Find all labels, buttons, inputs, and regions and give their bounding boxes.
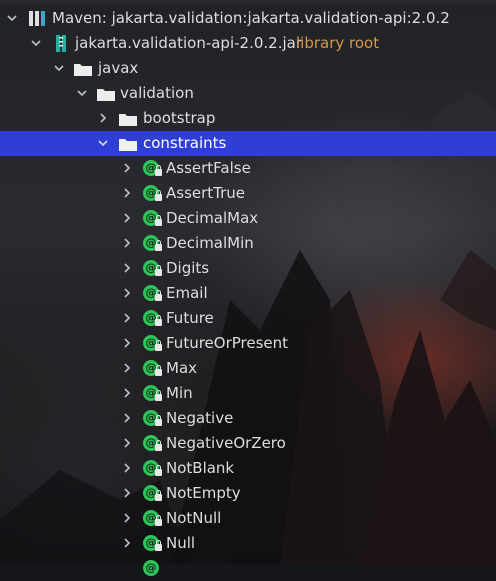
tree-row-annotation[interactable]: @ Null: [0, 531, 496, 556]
annotation-label: NegativeOrZero: [166, 434, 286, 452]
javax-label: javax: [98, 59, 139, 77]
folder-icon: [119, 112, 137, 126]
partial-row-above: [0, 0, 496, 5]
tree-row-annotation[interactable]: @ NotEmpty: [0, 481, 496, 506]
tree-row-javax[interactable]: javax: [0, 56, 496, 81]
chevron-right-icon[interactable]: [118, 359, 136, 377]
folder-icon: [97, 87, 115, 101]
annotation-label: NotNull: [166, 509, 222, 527]
chevron-right-icon[interactable]: [118, 459, 136, 477]
chevron-right-icon[interactable]: [118, 184, 136, 202]
folder-icon: [119, 137, 137, 151]
chevron-right-icon[interactable]: [118, 259, 136, 277]
annotation-label: AssertFalse: [166, 159, 251, 177]
annotation-icon: @: [143, 560, 159, 576]
chevron-down-icon[interactable]: [94, 134, 112, 152]
lock-icon: [155, 340, 162, 351]
chevron-right-icon[interactable]: [118, 284, 136, 302]
tree-row-annotation[interactable]: @ Min: [0, 381, 496, 406]
tree-row-annotation[interactable]: @ NotBlank: [0, 456, 496, 481]
tree-row-annotation-partial[interactable]: @: [0, 556, 496, 581]
tree-row-annotation[interactable]: @ DecimalMax: [0, 206, 496, 231]
chevron-right-icon[interactable]: [118, 409, 136, 427]
chevron-down-icon[interactable]: [27, 34, 45, 52]
chevron-right-icon[interactable]: [118, 509, 136, 527]
lock-icon: [155, 540, 162, 551]
tree-row-annotation[interactable]: @ AssertFalse: [0, 156, 496, 181]
chevron-down-icon[interactable]: [50, 59, 68, 77]
jar-archive-icon: [52, 35, 70, 52]
chevron-right-icon[interactable]: [118, 159, 136, 177]
tree-row-annotation[interactable]: @ Max: [0, 356, 496, 381]
lock-icon: [155, 265, 162, 276]
maven-library-label: Maven: jakarta.validation:jakarta.valida…: [52, 9, 450, 27]
chevron-right-icon[interactable]: [118, 484, 136, 502]
annotation-label: NotBlank: [166, 459, 235, 477]
annotation-label: Null: [166, 534, 196, 552]
chevron-right-icon[interactable]: [118, 309, 136, 327]
lock-icon: [155, 240, 162, 251]
constraints-label: constraints: [143, 134, 227, 152]
lock-icon: [155, 165, 162, 176]
tree-row-annotation[interactable]: @ Negative: [0, 406, 496, 431]
annotation-label: Negative: [166, 409, 234, 427]
chevron-right-icon[interactable]: [118, 209, 136, 227]
library-icon: [28, 10, 46, 27]
tree-row-annotation[interactable]: @ FutureOrPresent: [0, 331, 496, 356]
chevron-right-icon[interactable]: [118, 334, 136, 352]
folder-icon: [74, 62, 92, 76]
tree-row-jar[interactable]: jakarta.validation-api-2.0.2.jar library…: [0, 31, 496, 56]
annotation-label: Email: [166, 284, 208, 302]
annotation-label: NotEmpty: [166, 484, 241, 502]
tree-row-annotation[interactable]: @ Email: [0, 281, 496, 306]
tree-row-annotation[interactable]: @ NotNull: [0, 506, 496, 531]
chevron-down-icon[interactable]: [73, 84, 91, 102]
annotation-label: AssertTrue: [166, 184, 246, 202]
lock-icon: [155, 365, 162, 376]
lock-icon: [155, 490, 162, 501]
tree-row-annotation[interactable]: @ Digits: [0, 256, 496, 281]
chevron-right-icon[interactable]: [118, 534, 136, 552]
lock-icon: [155, 440, 162, 451]
tree-row-annotation[interactable]: @ DecimalMin: [0, 231, 496, 256]
annotation-label: Digits: [166, 259, 210, 277]
tree-row-constraints[interactable]: constraints: [0, 131, 496, 156]
chevron-right-icon[interactable]: [118, 384, 136, 402]
chevron-down-icon[interactable]: [3, 9, 21, 27]
jar-label: jakarta.validation-api-2.0.2.jar: [75, 34, 302, 52]
lock-icon: [155, 465, 162, 476]
bootstrap-label: bootstrap: [143, 109, 216, 127]
lock-icon: [155, 315, 162, 326]
validation-label: validation: [120, 84, 194, 102]
lock-icon: [155, 515, 162, 526]
tree-row-bootstrap[interactable]: bootstrap: [0, 106, 496, 131]
tree-row-annotation[interactable]: @ AssertTrue: [0, 181, 496, 206]
project-tree: Maven: jakarta.validation:jakarta.valida…: [0, 0, 496, 576]
chevron-right-icon[interactable]: [118, 234, 136, 252]
lock-icon: [155, 290, 162, 301]
chevron-right-icon[interactable]: [118, 434, 136, 452]
chevron-right-icon[interactable]: [94, 109, 112, 127]
lock-icon: [155, 215, 162, 226]
tree-row-annotation[interactable]: @ Future: [0, 306, 496, 331]
annotation-label: Future: [166, 309, 214, 327]
library-root-tag: library root: [296, 34, 380, 52]
annotation-label: Min: [166, 384, 193, 402]
lock-icon: [155, 190, 162, 201]
annotation-label: FutureOrPresent: [166, 334, 289, 352]
annotation-label: Max: [166, 359, 198, 377]
annotation-label: DecimalMax: [166, 209, 259, 227]
annotation-label: DecimalMin: [166, 234, 254, 252]
lock-icon: [155, 390, 162, 401]
tree-row-annotation[interactable]: @ NegativeOrZero: [0, 431, 496, 456]
tree-row-maven-library[interactable]: Maven: jakarta.validation:jakarta.valida…: [0, 6, 496, 31]
tree-row-validation[interactable]: validation: [0, 81, 496, 106]
lock-icon: [155, 415, 162, 426]
